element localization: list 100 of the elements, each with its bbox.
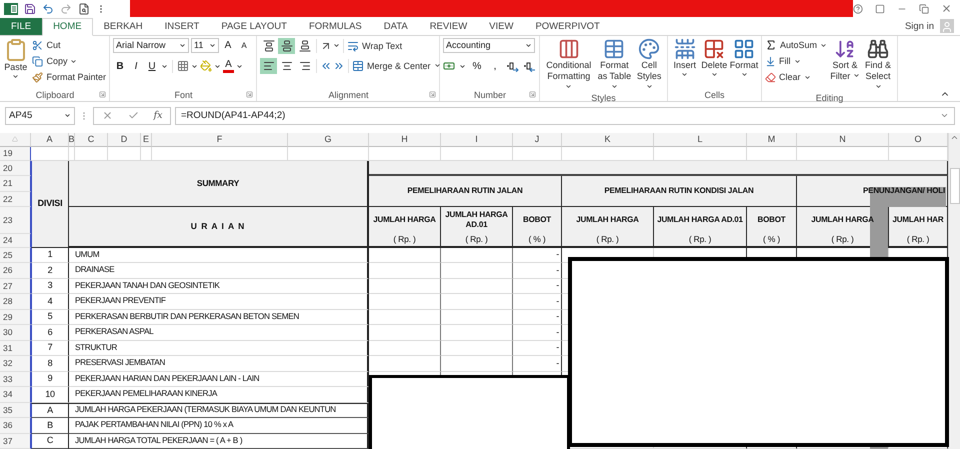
row-header[interactable]: 28 <box>0 294 31 310</box>
header-cell: BOBOT <box>747 206 797 234</box>
borders-icon[interactable] <box>177 60 189 72</box>
sign-in-link[interactable]: Sign in <box>904 18 940 35</box>
redo-icon[interactable] <box>60 2 72 15</box>
row-header[interactable]: 35 <box>0 402 31 418</box>
column-header[interactable]: L <box>654 132 747 146</box>
cells-button[interactable]: Delete <box>700 38 728 89</box>
dialog-launcher-icon[interactable] <box>529 91 536 98</box>
font-size-field[interactable]: 11 <box>191 38 219 53</box>
column-header[interactable]: E <box>141 132 152 146</box>
percent-button[interactable]: % <box>470 58 484 74</box>
clear-button[interactable]: Clear <box>765 70 828 85</box>
ribbon-tab[interactable]: FILE <box>0 18 42 35</box>
row-header[interactable]: 26 <box>0 263 31 278</box>
sort-filter-button[interactable]: Sort & Filter <box>830 38 860 93</box>
caret-icon <box>565 82 572 90</box>
header-cell: DIVISI <box>31 160 69 248</box>
undo-icon[interactable] <box>42 2 54 15</box>
italic-button[interactable]: I <box>129 58 143 74</box>
scissors-icon <box>32 40 44 51</box>
row-header[interactable]: 23 <box>0 206 31 234</box>
column-header[interactable]: A <box>31 132 69 146</box>
name-box[interactable]: AP45 <box>5 106 75 125</box>
save-icon[interactable] <box>24 2 36 15</box>
wrap-text-icon <box>347 40 359 52</box>
styles-button[interactable]: Format as Table <box>596 38 632 93</box>
row-header[interactable]: 31 <box>0 340 31 356</box>
header-cell: ( Rp. ) <box>889 234 948 248</box>
autosum-button[interactable]: AutoSum <box>765 38 828 53</box>
column-header[interactable]: M <box>747 132 797 146</box>
font-color-button[interactable]: A <box>223 58 234 74</box>
column-header[interactable]: N <box>797 132 889 146</box>
row-header[interactable]: 34 <box>0 387 31 402</box>
column-header[interactable]: D <box>108 132 141 146</box>
column-header[interactable]: K <box>562 132 654 146</box>
column-header[interactable]: C <box>75 132 108 146</box>
column-header[interactable]: G <box>288 132 369 146</box>
format-painter-button[interactable]: Format Painter <box>32 70 106 85</box>
grow-font-button[interactable]: A <box>221 38 235 53</box>
formula-field[interactable]: =ROUND(AP41-AP44;2) <box>175 106 955 125</box>
restore-icon[interactable] <box>919 4 929 14</box>
column-header[interactable]: B <box>69 132 75 146</box>
number-format-field[interactable]: Accounting <box>443 38 535 53</box>
row-header[interactable]: 25 <box>0 248 31 263</box>
caret-icon <box>459 62 466 70</box>
font-name-field[interactable]: Arial Narrow <box>113 38 189 53</box>
shrink-font-button[interactable]: A <box>237 38 251 53</box>
table-cell <box>441 325 513 340</box>
column-header[interactable]: I <box>441 132 513 146</box>
header-cell: PEMELIHARAAN RUTIN KONDISI JALAN <box>562 176 797 206</box>
underline-button[interactable]: U <box>145 58 159 74</box>
row-header[interactable]: 20 <box>0 160 31 176</box>
caret-icon <box>820 42 828 49</box>
row-header[interactable]: 19 <box>0 146 31 160</box>
horizontal-align-button[interactable] <box>260 58 277 74</box>
merge-center-button[interactable]: Merge & Center <box>352 58 441 74</box>
cells-button[interactable]: Format <box>730 38 758 89</box>
paste-button[interactable]: Paste <box>3 38 28 89</box>
ribbon-tab[interactable]: HOME <box>42 18 93 36</box>
cells-button[interactable]: Insert <box>671 38 698 89</box>
dialog-launcher-icon[interactable] <box>429 91 436 98</box>
cut-button[interactable]: Cut <box>32 38 106 53</box>
row-header[interactable]: 24 <box>0 234 31 248</box>
row-header[interactable]: 37 <box>0 434 31 449</box>
comma-button[interactable]: , <box>488 58 502 74</box>
row-header[interactable]: 32 <box>0 356 31 372</box>
column-header[interactable]: H <box>369 132 441 146</box>
print-preview-icon[interactable] <box>78 2 90 15</box>
row-header[interactable]: 22 <box>0 192 31 206</box>
column-header[interactable]: J <box>513 132 562 146</box>
column-header[interactable]: F <box>152 132 288 146</box>
fill-color-icon[interactable] <box>200 60 212 72</box>
row-header[interactable]: 33 <box>0 372 31 387</box>
ribbon-display-icon[interactable] <box>875 4 885 14</box>
close-icon[interactable] <box>941 3 952 14</box>
eraser-icon <box>765 72 776 83</box>
currency-icon[interactable] <box>443 60 455 72</box>
help-icon[interactable] <box>853 4 863 14</box>
header-cell: SUMMARY <box>69 160 369 206</box>
dialog-launcher-icon[interactable] <box>246 91 253 98</box>
table-cell <box>369 325 441 340</box>
column-header[interactable]: O <box>889 132 948 146</box>
insert-function-button[interactable]: fx <box>154 110 162 122</box>
bold-button[interactable]: B <box>113 58 127 74</box>
copy-button[interactable]: Copy <box>32 54 106 69</box>
styles-button[interactable]: Conditional Formatting <box>543 38 595 93</box>
scroll-thumb[interactable] <box>950 168 960 204</box>
fill-button[interactable]: Fill <box>765 54 828 69</box>
vertical-align-button[interactable] <box>278 38 295 54</box>
wrap-text-button[interactable]: Wrap Text <box>347 38 402 54</box>
cancel-icon[interactable] <box>102 110 113 122</box>
row-header[interactable]: 30 <box>0 325 31 340</box>
row-header[interactable]: 21 <box>0 176 31 192</box>
styles-button[interactable]: Cell Styles <box>634 38 664 93</box>
find-select-button[interactable]: Find & Select <box>863 38 894 93</box>
dialog-launcher-icon[interactable] <box>99 91 106 98</box>
row-header[interactable]: 29 <box>0 310 31 325</box>
row-header[interactable]: 36 <box>0 418 31 434</box>
row-header[interactable]: 27 <box>0 278 31 294</box>
